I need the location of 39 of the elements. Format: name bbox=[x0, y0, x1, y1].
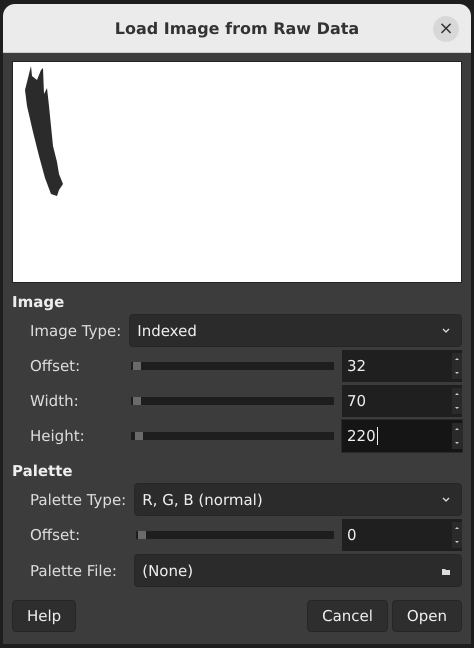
field-label: Offset: bbox=[30, 357, 82, 375]
dialog-button[interactable]: Help bbox=[12, 600, 76, 632]
slider-thumb[interactable] bbox=[138, 531, 146, 539]
increment-icon[interactable] bbox=[454, 426, 460, 432]
dropdown[interactable]: R, G, B (normal) bbox=[134, 483, 462, 516]
slider-track[interactable] bbox=[136, 531, 334, 539]
field-label: Offset: bbox=[30, 526, 82, 544]
section-heading: Palette bbox=[12, 462, 74, 480]
number-field[interactable]: 32 bbox=[342, 350, 462, 382]
chevron-down-icon bbox=[441, 496, 451, 502]
increment-icon[interactable] bbox=[454, 356, 460, 362]
dropdown[interactable]: Indexed bbox=[129, 314, 462, 347]
increment-icon[interactable] bbox=[454, 391, 460, 397]
chevron-down-icon bbox=[441, 328, 451, 334]
slider-thumb[interactable] bbox=[133, 397, 142, 405]
increment-icon[interactable] bbox=[454, 525, 460, 531]
slider-thumb[interactable] bbox=[135, 432, 144, 440]
decrement-icon[interactable] bbox=[454, 440, 460, 446]
field-label: Palette Type: bbox=[30, 490, 126, 508]
slider-track[interactable] bbox=[131, 362, 334, 370]
number-field[interactable]: 0 bbox=[342, 519, 462, 551]
file-chooser[interactable]: (None) bbox=[134, 554, 462, 587]
field-label: Image Type: bbox=[30, 322, 122, 340]
dialog-button[interactable]: Cancel bbox=[307, 600, 388, 632]
decrement-icon[interactable] bbox=[454, 370, 460, 376]
decrement-icon[interactable] bbox=[454, 539, 460, 545]
number-field[interactable]: 70 bbox=[342, 385, 462, 417]
slider-track[interactable] bbox=[131, 397, 334, 405]
decrement-icon[interactable] bbox=[454, 405, 460, 411]
section-heading: Image bbox=[12, 293, 66, 311]
slider-track[interactable] bbox=[131, 432, 334, 440]
number-field[interactable]: 220 bbox=[342, 420, 462, 452]
dialog-button[interactable]: Open bbox=[392, 600, 462, 632]
window-title: Load Image from Raw Data bbox=[114, 18, 360, 38]
field-label: Width: bbox=[30, 392, 80, 410]
slider-thumb[interactable] bbox=[133, 362, 142, 370]
field-label: Height: bbox=[30, 427, 86, 445]
field-label: Palette File: bbox=[30, 562, 118, 580]
close-button[interactable]: × bbox=[433, 16, 459, 42]
